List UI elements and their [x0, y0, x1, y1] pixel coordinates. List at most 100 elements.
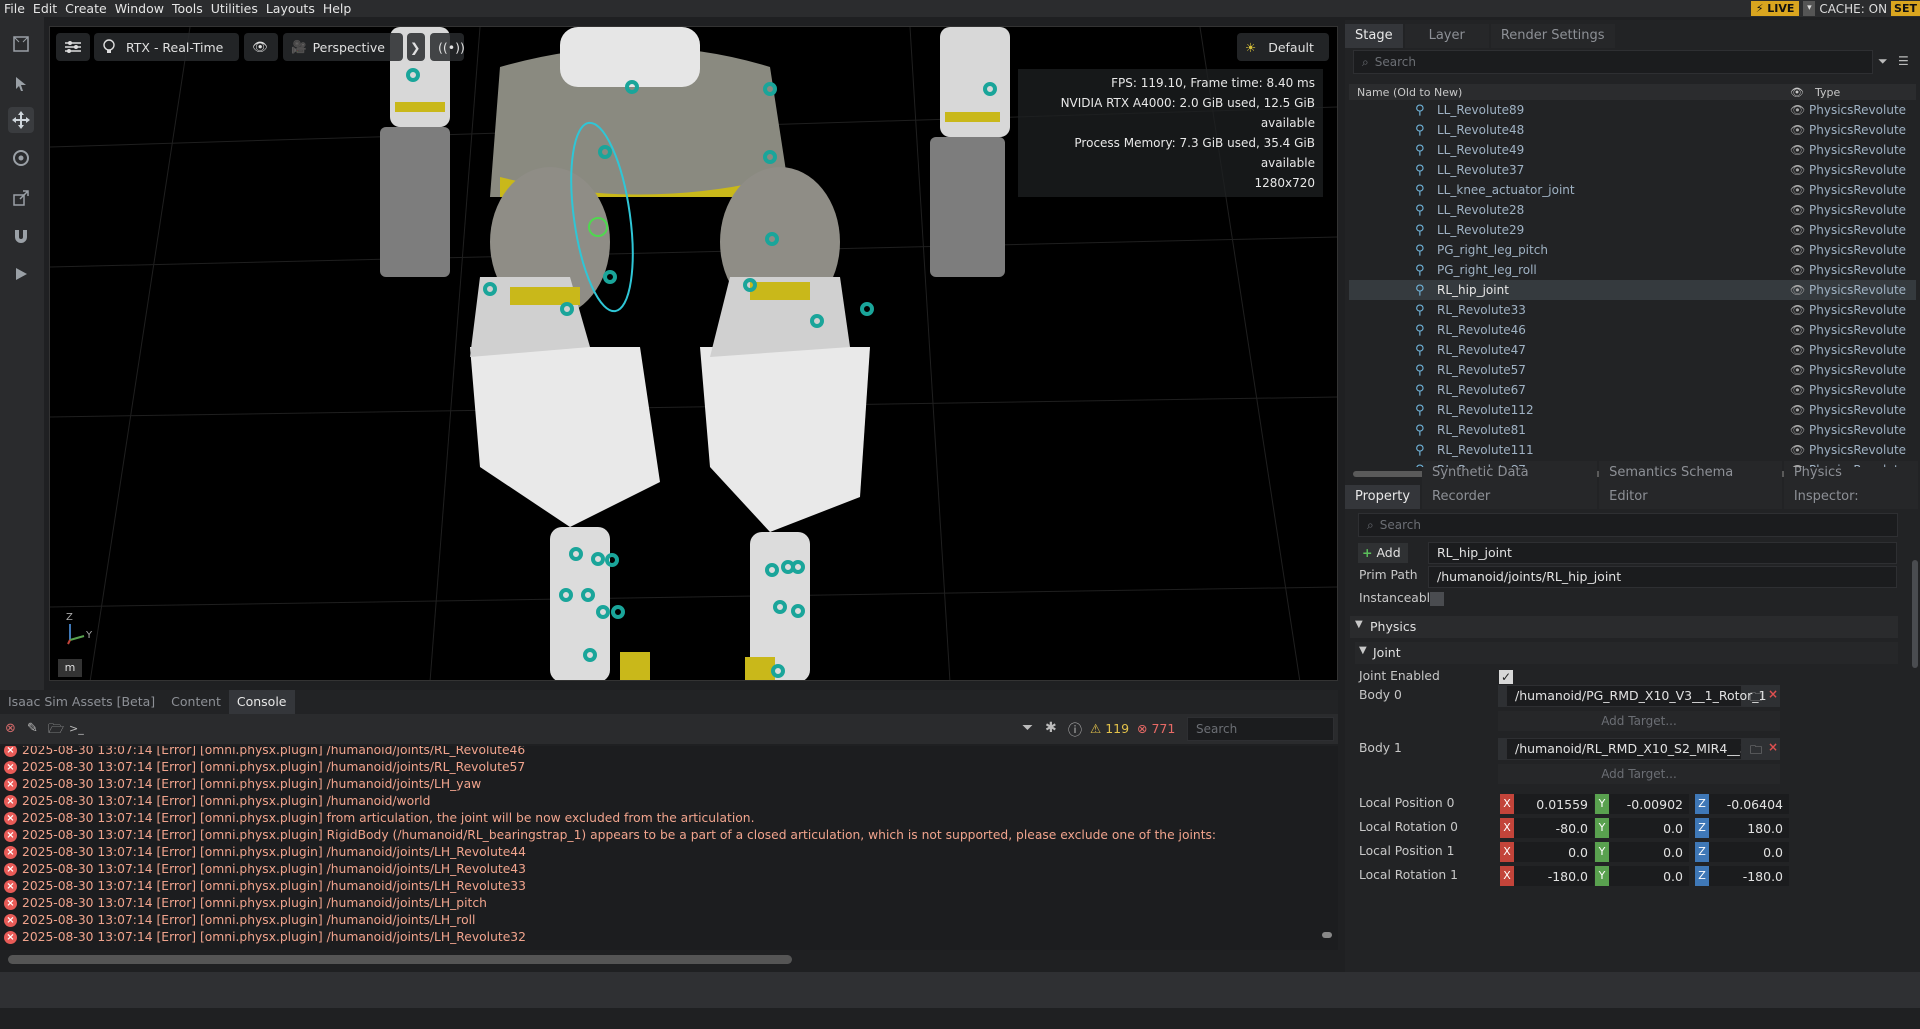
menu-layouts[interactable]: Layouts: [262, 0, 319, 17]
menu-tools[interactable]: Tools: [168, 0, 207, 17]
stage-row[interactable]: ⚲ RL_Revolute46 👁 PhysicsRevolute: [1349, 320, 1916, 340]
stage-row[interactable]: ⚲ LL_Revolute29 👁 PhysicsRevolute: [1349, 220, 1916, 240]
menu-create[interactable]: Create: [61, 0, 111, 17]
local-position-1-z-field[interactable]: Z 0.0: [1695, 842, 1789, 862]
viewport[interactable]: RTX - Real-Time 👁 🎥 Perspective ❯ ((•)) …: [49, 26, 1338, 681]
instanceable-checkbox[interactable]: [1430, 592, 1444, 606]
local-rotation-1-z-field[interactable]: Z -180.0: [1695, 866, 1789, 886]
local-position-0-y-field[interactable]: Y -0.00902: [1595, 794, 1689, 814]
camera-dropdown[interactable]: 🎥 Perspective: [283, 33, 403, 61]
tab-layer[interactable]: Layer: [1404, 24, 1489, 48]
edit-icon[interactable]: ✎: [27, 721, 38, 736]
visibility-eye-icon[interactable]: 👁: [1790, 423, 1805, 437]
visibility-eye-icon[interactable]: 👁: [1790, 323, 1805, 337]
visibility-eye-icon[interactable]: 👁: [1790, 363, 1805, 377]
visibility-eye-icon[interactable]: 👁: [1790, 243, 1805, 257]
local-rotation-0-y-field[interactable]: Y 0.0: [1595, 818, 1689, 838]
tab-content[interactable]: Content: [163, 690, 229, 714]
body0-field[interactable]: /humanoid/PG_RMD_X10_V3__1_Rotor_1: [1506, 685, 1767, 707]
stage-tree[interactable]: ⚲ LL_Revolute89 👁 PhysicsRevolute ⚲ LL_Revolu…: [1349, 100, 1916, 467]
set-button[interactable]: SET: [1891, 1, 1920, 16]
console-log[interactable]: × 2025-08-30 13:07:14 [Error] [omni.physx…: [0, 746, 1338, 950]
visibility-eye-icon[interactable]: 👁: [1790, 223, 1805, 237]
move-icon[interactable]: [8, 107, 34, 133]
visibility-eye-icon[interactable]: 👁: [1790, 203, 1805, 217]
tab-isaac-assets[interactable]: Isaac Sim Assets [Beta]: [0, 690, 163, 714]
prompt-label[interactable]: >_: [69, 722, 84, 735]
physics-section-header[interactable]: ▼ Physics: [1350, 616, 1898, 638]
menu-edit[interactable]: Edit: [29, 0, 61, 17]
visibility-eye-icon[interactable]: 👁: [1790, 383, 1805, 397]
verbose-icon[interactable]: ✱: [1045, 720, 1057, 736]
local-rotation-1-x-field[interactable]: X -180.0: [1500, 866, 1594, 886]
stage-row[interactable]: ⚲ RL_Revolute47 👁 PhysicsRevolute: [1349, 340, 1916, 360]
stage-row[interactable]: ⚲ LL_Revolute49 👁 PhysicsRevolute: [1349, 140, 1916, 160]
visibility-eye-icon[interactable]: 👁: [1790, 263, 1805, 277]
joint-enabled-checkbox[interactable]: ✓: [1499, 670, 1513, 684]
visibility-eye-icon[interactable]: 👁: [1790, 343, 1805, 357]
folder-icon[interactable]: 🗁: [48, 720, 64, 742]
info-icon[interactable]: ⓘ: [1068, 720, 1082, 740]
viewport-settings-button[interactable]: [56, 33, 90, 61]
local-position-0-z-field[interactable]: Z -0.06404: [1695, 794, 1789, 814]
visibility-eye-icon[interactable]: 👁: [1790, 463, 1805, 467]
body1-remove-icon[interactable]: ×: [1768, 740, 1778, 754]
tab-stage[interactable]: Stage: [1345, 24, 1403, 48]
col-type-header[interactable]: Type: [1815, 86, 1840, 99]
tab-console[interactable]: Console: [228, 690, 295, 714]
warning-filter[interactable]: ⚠ 119: [1090, 721, 1129, 736]
add-button[interactable]: + Add: [1358, 543, 1408, 563]
stage-row[interactable]: ⚲ RL_Revolute87 👁 PhysicsRevolute: [1349, 460, 1916, 468]
stage-row[interactable]: ⚲ RL_Revolute57 👁 PhysicsRevolute: [1349, 360, 1916, 380]
visibility-eye-icon[interactable]: 👁: [1790, 143, 1805, 157]
select-mode-icon[interactable]: [8, 31, 34, 57]
lighting-dropdown[interactable]: ☀ Default: [1237, 33, 1329, 61]
property-scrollbar[interactable]: [1912, 560, 1918, 668]
visibility-eye-icon[interactable]: 👁: [1790, 443, 1805, 457]
body0-add-target-button[interactable]: Add Target...: [1498, 711, 1780, 731]
visibility-eye-icon[interactable]: 👁: [1790, 163, 1805, 177]
local-position-0-x-field[interactable]: X 0.01559: [1500, 794, 1594, 814]
visibility-eye-icon[interactable]: 👁: [1790, 403, 1805, 417]
stage-row[interactable]: ⚲ LL_Revolute48 👁 PhysicsRevolute: [1349, 120, 1916, 140]
stage-row[interactable]: ⚲ PG_right_leg_roll 👁 PhysicsRevolute: [1349, 260, 1916, 280]
stage-search-input[interactable]: ⌕ Search: [1353, 50, 1873, 74]
expand-toolbar-button[interactable]: ❯: [407, 33, 425, 61]
rotate-icon[interactable]: [8, 145, 34, 171]
select-arrow-icon[interactable]: [8, 71, 34, 97]
visibility-eye-icon[interactable]: 👁: [1790, 103, 1805, 117]
clear-console-icon[interactable]: ⊗: [5, 721, 16, 736]
live-button[interactable]: ⚡ LIVE: [1750, 1, 1800, 16]
local-rotation-0-x-field[interactable]: X -80.0: [1500, 818, 1594, 838]
stage-row[interactable]: ⚲ RL_Revolute67 👁 PhysicsRevolute: [1349, 380, 1916, 400]
prim-path-field[interactable]: /humanoid/joints/RL_hip_joint: [1428, 566, 1897, 588]
stage-row[interactable]: ⚲ RL_Revolute33 👁 PhysicsRevolute: [1349, 300, 1916, 320]
menu-window[interactable]: Window: [111, 0, 168, 17]
stage-row[interactable]: ⚲ RL_Revolute81 👁 PhysicsRevolute: [1349, 420, 1916, 440]
body1-folder-icon[interactable]: 🗀: [1750, 741, 1762, 762]
tab-synthetic-data-recorder[interactable]: Synthetic Data Recorder: [1422, 461, 1598, 509]
tab-render-settings[interactable]: Render Settings: [1490, 24, 1615, 48]
local-rotation-1-y-field[interactable]: Y 0.0: [1595, 866, 1689, 886]
console-search-input[interactable]: Search: [1187, 717, 1334, 741]
play-icon[interactable]: [8, 261, 34, 287]
local-position-1-x-field[interactable]: X 0.0: [1500, 842, 1594, 862]
stage-row[interactable]: ⚲ LL_Revolute28 👁 PhysicsRevolute: [1349, 200, 1916, 220]
stage-menu-icon[interactable]: ☰: [1898, 54, 1909, 68]
body1-add-target-button[interactable]: Add Target...: [1498, 764, 1780, 784]
body1-field[interactable]: /humanoid/RL_RMD_X10_S2_MIR4__3_Stator_1: [1506, 738, 1742, 760]
local-rotation-0-z-field[interactable]: Z 180.0: [1695, 818, 1789, 838]
body0-folder-icon[interactable]: 🗀: [1750, 688, 1762, 709]
stage-filter-icon[interactable]: ⏷: [1878, 54, 1888, 69]
tab-property[interactable]: Property: [1345, 485, 1421, 509]
stage-row[interactable]: ⚲ RL_Revolute111 👁 PhysicsRevolute: [1349, 440, 1916, 460]
prim-name-field[interactable]: RL_hip_joint: [1428, 542, 1897, 564]
tab-semantics-schema-editor[interactable]: Semantics Schema Editor: [1599, 461, 1782, 509]
col-name-header[interactable]: Name (Old to New): [1357, 86, 1462, 99]
console-scrollbar[interactable]: [1322, 932, 1332, 938]
stage-row[interactable]: ⚲ RL_Revolute112 👁 PhysicsRevolute: [1349, 400, 1916, 420]
error-filter[interactable]: ⊗ 771: [1137, 721, 1175, 736]
joint-section-header[interactable]: ▼ Joint: [1355, 642, 1898, 664]
stage-row[interactable]: ⚲ LL_Revolute89 👁 PhysicsRevolute: [1349, 100, 1916, 120]
menu-help[interactable]: Help: [319, 0, 356, 17]
